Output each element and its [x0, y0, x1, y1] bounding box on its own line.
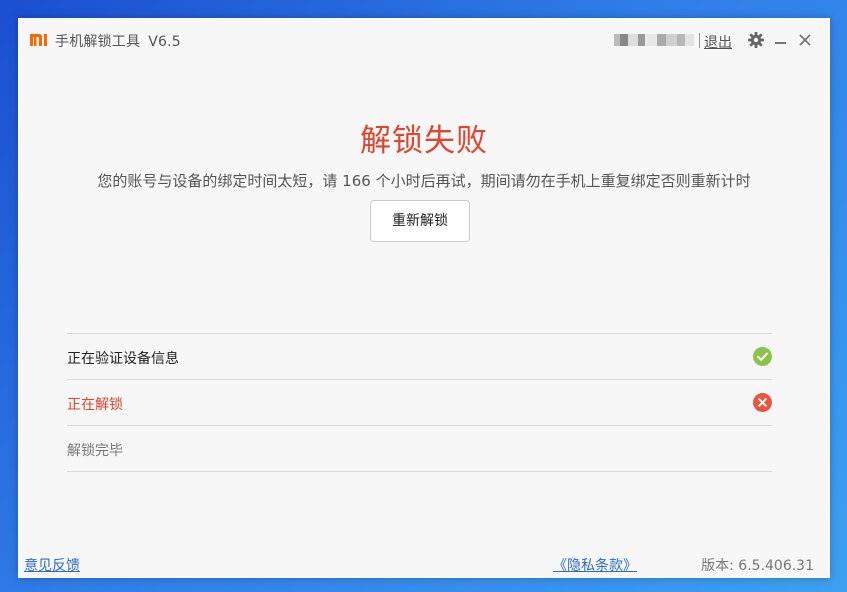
step-unlock-complete: 解锁完毕	[67, 425, 772, 472]
mi-logo-icon	[30, 34, 47, 46]
step-unlocking: 正在解锁	[67, 379, 772, 425]
x-circle-icon	[753, 393, 772, 412]
title-divider	[699, 33, 700, 48]
privacy-policy-link[interactable]: 《隐私条款》	[553, 555, 637, 575]
close-icon[interactable]	[795, 30, 815, 50]
step-verify-device: 正在验证设备信息	[67, 333, 772, 379]
version-label: 版本: 6.5.406.31	[701, 558, 814, 574]
result-title: 解锁失败	[360, 123, 488, 159]
check-circle-icon	[753, 347, 772, 366]
user-account-blurred	[614, 34, 694, 46]
result-message: 您的账号与设备的绑定时间太短，请 166 个小时后再试，期间请勿在手机上重复绑定…	[97, 172, 751, 190]
step-label: 解锁完毕	[67, 443, 123, 459]
app-name: 手机解锁工具	[55, 34, 141, 50]
app-version: V6.5	[148, 34, 181, 50]
app-window: 手机解锁工具 V6.5 退出 解锁失败 您的账号与设备的绑定时间太短，请 166…	[18, 18, 830, 578]
app-title: 手机解锁工具 V6.5	[55, 31, 181, 51]
step-label: 正在验证设备信息	[67, 351, 179, 367]
minimize-icon[interactable]	[771, 30, 791, 50]
logout-link[interactable]: 退出	[704, 32, 732, 52]
retry-unlock-button[interactable]: 重新解锁	[370, 200, 470, 242]
step-label: 正在解锁	[67, 397, 123, 413]
title-bar[interactable]: 手机解锁工具 V6.5 退出	[18, 18, 830, 62]
gear-icon[interactable]	[746, 30, 766, 50]
feedback-link[interactable]: 意见反馈	[24, 555, 80, 575]
progress-steps: 正在验证设备信息 正在解锁 解锁完毕	[67, 333, 772, 472]
